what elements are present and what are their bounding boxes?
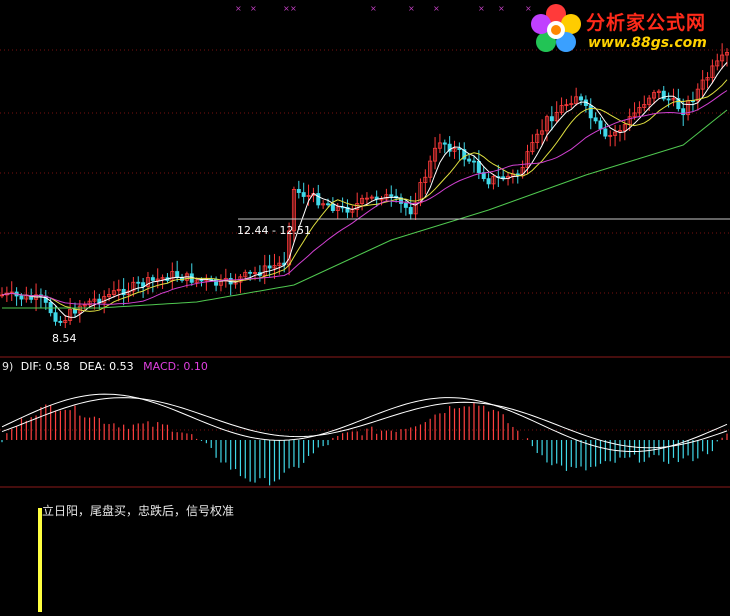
candle-body [666, 98, 671, 101]
candle-body [301, 192, 306, 197]
flower-logo-icon [531, 4, 581, 52]
candle-body [150, 277, 155, 281]
candle-body [486, 178, 491, 185]
candle-body [214, 278, 219, 286]
candle-body [603, 128, 608, 137]
signal-marker: × [498, 4, 505, 13]
candlestick-series [0, 43, 730, 328]
candle-body [467, 158, 472, 162]
candle-body [136, 281, 141, 284]
range-value: 12.44 - 12.51 [237, 224, 311, 237]
site-logo: 分析家公式网 www.88gs.com [528, 2, 730, 58]
candle-body [389, 194, 394, 197]
macd-param-prefix: 9) [2, 360, 14, 373]
dif-label: DIF: [20, 360, 42, 373]
candle-body [330, 203, 335, 211]
candle-body [53, 312, 58, 322]
signal-marker: × [283, 4, 290, 13]
signal-marker: × [408, 4, 415, 13]
ma-long-line [2, 109, 728, 309]
signal-marker: × [250, 4, 257, 13]
signal-marker: × [235, 4, 242, 13]
dea-value: 0.53 [109, 360, 134, 373]
candle-body [579, 96, 584, 101]
candle-body [199, 279, 204, 282]
ma-line [1, 62, 728, 318]
signal-bar [38, 508, 42, 612]
candle-body [549, 116, 554, 122]
logo-url: www.88gs.com [588, 35, 707, 51]
macd-header: 9) DIF: 0.58 DEA: 0.53 MACD: 0.10 [2, 361, 208, 373]
macd-label: MACD: [143, 360, 180, 373]
candle-body [403, 203, 408, 208]
macd-panel [1, 393, 728, 486]
candle-body [471, 160, 476, 163]
candle-body [19, 295, 24, 300]
candle-body [58, 320, 63, 323]
candle-body [408, 207, 413, 215]
ma-line [1, 79, 728, 312]
candle-body [588, 105, 593, 119]
candle-body [476, 161, 481, 173]
candle-body [296, 189, 301, 193]
candle-body [598, 120, 603, 130]
low-price-label: 8.54 [52, 333, 77, 345]
logo-title: 分析家公式网 [586, 12, 707, 34]
candle-body [316, 193, 321, 206]
candle-body [442, 142, 447, 145]
low-price-value: 8.54 [52, 332, 77, 345]
macd-value: 0.10 [183, 360, 208, 373]
stock-chart: × × × × × × × × × × [0, 4, 730, 612]
candle-body [175, 271, 180, 279]
candle-body [248, 271, 253, 274]
signal-marker: × [478, 4, 485, 13]
candle-body [593, 117, 598, 122]
dif-value: 0.58 [45, 360, 70, 373]
ma-line [1, 90, 728, 305]
dea-line [1, 397, 728, 449]
indicator-panel [38, 508, 42, 612]
candle-body [141, 282, 146, 287]
candle-body [267, 265, 272, 269]
indicator-title: 立日阳，尾盘买，忠跌后，信号权准 [42, 504, 235, 518]
signal-marker: × [290, 4, 297, 13]
dif-line [1, 393, 728, 453]
signal-marker: × [433, 4, 440, 13]
dea-label: DEA: [79, 360, 106, 373]
moving-average-lines [1, 62, 730, 318]
signal-marker: × [370, 4, 377, 13]
candle-body [326, 203, 331, 206]
range-label: 12.44 - 12.51 [237, 225, 311, 237]
